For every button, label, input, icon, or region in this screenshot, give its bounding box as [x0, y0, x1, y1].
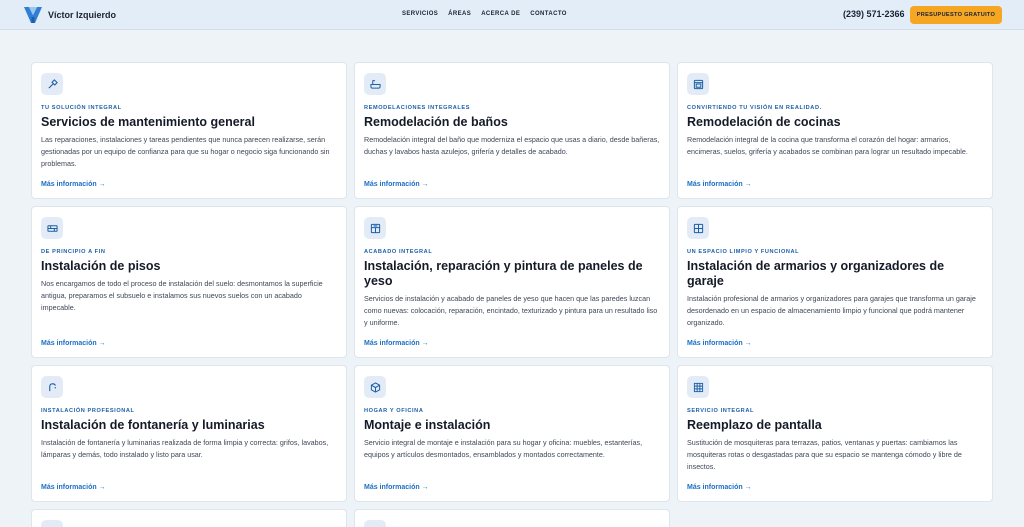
card-description: Nos encargamos de todo el proceso de ins… [41, 279, 323, 312]
service-card: CONVIRTIENDO TU VISIÓN EN REALIDAD. Remo… [677, 62, 993, 199]
card-eyebrow: REMODELACIONES INTEGRALES [364, 105, 471, 111]
card-description: Remodelación integral de la cocina que t… [687, 135, 968, 156]
more-info-link[interactable]: Más información → [687, 340, 752, 347]
card-eyebrow: UN ESPACIO LIMPIO Y FUNCIONAL [687, 249, 800, 255]
service-card: ACABADO INTEGRAL Instalación, reparación… [354, 206, 670, 358]
card-title: Instalación de pisos [41, 259, 161, 273]
services-grid: TU SOLUCIÓN INTEGRAL Servicios de manten… [31, 62, 993, 527]
nav-areas[interactable]: ÁREAS [448, 11, 471, 17]
card-eyebrow: ACABADO INTEGRAL [364, 249, 433, 255]
service-card: INSTALACIÓN PROFESIONAL Instalación de f… [31, 365, 347, 502]
drywall-icon [364, 217, 386, 239]
card-eyebrow: CONVIRTIENDO TU VISIÓN EN REALIDAD. [687, 105, 822, 111]
floor-icon [41, 217, 63, 239]
nav-contacto[interactable]: CONTACTO [530, 11, 567, 17]
main-nav: SERVICIOS ÁREAS ACERCA DE CONTACTO [402, 11, 567, 17]
brand-name: Víctor Izquierdo [48, 10, 117, 20]
faucet-icon [41, 376, 63, 398]
card-description: Remodelación integral del baño que moder… [364, 135, 660, 156]
more-info-link[interactable]: Más información → [41, 340, 106, 347]
card-title: Reemplazo de pantalla [687, 418, 822, 432]
free-quote-button[interactable]: PRESUPUESTO GRATUITO [910, 6, 1002, 24]
box-icon [364, 376, 386, 398]
service-card [31, 509, 347, 527]
more-info-link[interactable]: Más información → [41, 484, 106, 491]
service-card: TU SOLUCIÓN INTEGRAL Servicios de manten… [31, 62, 347, 199]
card-title: Instalación de fontanería y luminarias [41, 418, 265, 432]
service-card [354, 509, 670, 527]
nav-acerca-de[interactable]: ACERCA DE [481, 11, 520, 17]
service-icon [364, 520, 386, 527]
card-title: Instalación de armarios y organizadores … [687, 259, 945, 288]
more-info-link[interactable]: Más información → [41, 181, 106, 188]
card-eyebrow: TU SOLUCIÓN INTEGRAL [41, 105, 122, 111]
service-card: DE PRINCIPIO A FIN Instalación de pisos … [31, 206, 347, 358]
card-description: Instalación de fontanería y luminarias r… [41, 438, 329, 459]
service-card: HOGAR Y OFICINA Montaje e instalación Se… [354, 365, 670, 502]
oven-icon [687, 73, 709, 95]
card-description: Servicios de instalación y acabado de pa… [364, 294, 658, 327]
phone-link[interactable]: (239) 571-2366 [843, 9, 905, 19]
nav-servicios[interactable]: SERVICIOS [402, 11, 438, 17]
site-header: Víctor Izquierdo SERVICIOS ÁREAS ACERCA … [0, 0, 1024, 30]
cabinet-icon [687, 217, 709, 239]
bathtub-icon [364, 73, 386, 95]
card-description: Servicio integral de montaje e instalaci… [364, 438, 643, 459]
card-description: Instalación profesional de armarios y or… [687, 294, 976, 327]
more-info-link[interactable]: Más información → [687, 181, 752, 188]
more-info-link[interactable]: Más información → [687, 484, 752, 491]
card-title: Montaje e instalación [364, 418, 491, 432]
card-eyebrow: INSTALACIÓN PROFESIONAL [41, 408, 135, 414]
service-card: REMODELACIONES INTEGRALES Remodelación d… [354, 62, 670, 199]
hammer-icon [41, 73, 63, 95]
card-title: Remodelación de baños [364, 115, 508, 129]
more-info-link[interactable]: Más información → [364, 181, 429, 188]
more-info-link[interactable]: Más información → [364, 484, 429, 491]
card-eyebrow: DE PRINCIPIO A FIN [41, 249, 106, 255]
card-title: Instalación, reparación y pintura de pan… [364, 259, 643, 288]
service-icon [41, 520, 63, 527]
card-description: Sustitución de mosquiteras para terrazas… [687, 438, 962, 471]
service-card: SERVICIO INTEGRAL Reemplazo de pantalla … [677, 365, 993, 502]
card-eyebrow: SERVICIO INTEGRAL [687, 408, 754, 414]
card-title: Remodelación de cocinas [687, 115, 841, 129]
more-info-link[interactable]: Más información → [364, 340, 429, 347]
card-title: Servicios de mantenimiento general [41, 115, 255, 129]
card-description: Las reparaciones, instalaciones y tareas… [41, 135, 330, 168]
screen-icon [687, 376, 709, 398]
service-card: UN ESPACIO LIMPIO Y FUNCIONAL Instalació… [677, 206, 993, 358]
logo-icon [24, 7, 42, 23]
card-eyebrow: HOGAR Y OFICINA [364, 408, 424, 414]
brand[interactable]: Víctor Izquierdo [24, 7, 116, 23]
